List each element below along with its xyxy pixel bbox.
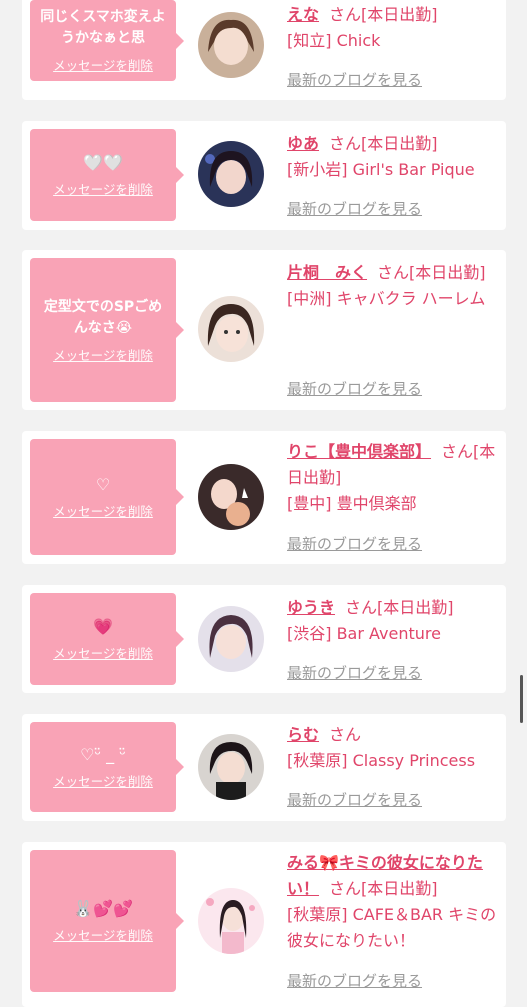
- latest-blog-link[interactable]: 最新のブログを見る: [287, 970, 422, 991]
- attendance-status: [本日出勤]: [409, 263, 486, 282]
- message-bubble: 🤍🤍 メッセージを削除: [30, 129, 184, 221]
- shop-name: [豊中] 豊中倶楽部: [287, 494, 417, 513]
- latest-blog-link[interactable]: 最新のブログを見る: [287, 378, 422, 399]
- girl-avatar-icon: [198, 12, 264, 78]
- delete-message-link[interactable]: メッセージを削除: [53, 55, 153, 74]
- latest-blog-link[interactable]: 最新のブログを見る: [287, 533, 422, 554]
- girl-avatar-icon: [198, 734, 264, 800]
- avatar[interactable]: [198, 888, 264, 954]
- message-text: ♡: [95, 475, 111, 494]
- shop-name: [秋葉原] CAFE＆BAR キミの彼女になりたい！: [287, 905, 497, 950]
- shop-name: [知立] Chick: [287, 31, 381, 50]
- latest-blog-link[interactable]: 最新のブログを見る: [287, 198, 422, 219]
- avatar[interactable]: [198, 606, 264, 672]
- profile-info: らむ さん [秋葉原] Classy Princess: [287, 722, 499, 774]
- message-text: 定型文でのSPごめんなさ😭: [43, 298, 163, 336]
- attendance-status: [本日出勤]: [361, 879, 438, 898]
- girl-avatar-icon: [198, 464, 264, 530]
- honorific: さん: [329, 879, 362, 898]
- delete-message-link[interactable]: メッセージを削除: [53, 179, 153, 198]
- message-text: 🐰💕💕: [73, 899, 133, 918]
- shop-name: [秋葉原] Classy Princess: [287, 751, 476, 770]
- message-bubble: 同じくスマホ変えようかなぁと思 メッセージを削除: [30, 0, 184, 81]
- profile-info: ゆうき さん[本日出勤] [渋谷] Bar Aventure: [287, 595, 499, 647]
- message-bubble: 🐰💕💕 メッセージを削除: [30, 850, 184, 992]
- honorific: さん: [345, 598, 378, 617]
- girl-avatar-icon: [198, 606, 264, 672]
- shop-name: [新小岩] Girl's Bar Pique: [287, 160, 475, 179]
- latest-blog-link[interactable]: 最新のブログを見る: [287, 789, 422, 810]
- honorific: さん: [377, 263, 410, 282]
- message-text: 💗: [93, 617, 113, 636]
- profile-info: ゆあ さん[本日出勤] [新小岩] Girl's Bar Pique: [287, 131, 499, 183]
- attendance-status: [本日出勤]: [361, 134, 438, 153]
- honorific: さん: [329, 725, 362, 744]
- profile-info: 片桐 みく さん[本日出勤] [中洲] キャバクラ ハーレム: [287, 260, 499, 312]
- message-bubble: ♡ メッセージを削除: [30, 439, 184, 555]
- message-text: 同じくスマホ変えようかなぁと思: [40, 9, 166, 46]
- message-card: 🤍🤍 メッセージを削除 ゆあ さん[本日出勤] [新小岩] Girl's Bar …: [22, 121, 506, 230]
- delete-message-link[interactable]: メッセージを削除: [53, 345, 153, 364]
- girl-name-link[interactable]: 片桐 みく: [287, 263, 367, 282]
- honorific: さん: [329, 5, 362, 24]
- latest-blog-link[interactable]: 最新のブログを見る: [287, 662, 422, 683]
- girl-name-link[interactable]: ゆあ: [287, 134, 319, 153]
- attendance-status: [本日出勤]: [361, 5, 438, 24]
- girl-name-link[interactable]: りこ【豊中倶楽部】: [287, 442, 431, 461]
- message-card: 同じくスマホ変えようかなぁと思 メッセージを削除 えな さん[本日出勤] [知立]…: [22, 0, 506, 100]
- honorific: さん: [441, 442, 474, 461]
- profile-info: みる🎀キミの彼女になりたい！ さん[本日出勤] [秋葉原] CAFE＆BAR キミ…: [287, 850, 499, 954]
- message-card: ♡ メッセージを削除 りこ【豊中倶楽部】 さん[本日出勤] [豊中] 豊中倶楽部 …: [22, 431, 506, 564]
- scrollbar[interactable]: [520, 675, 523, 723]
- message-bubble: 💗 メッセージを削除: [30, 593, 184, 685]
- delete-message-link[interactable]: メッセージを削除: [53, 501, 153, 520]
- profile-info: えな さん[本日出勤] [知立] Chick: [287, 2, 499, 54]
- avatar[interactable]: [198, 464, 264, 530]
- attendance-status: [本日出勤]: [377, 598, 454, 617]
- message-card: 🐰💕💕 メッセージを削除 みる🎀キミの彼女になりたい！ さん[本日出勤] [秋葉原…: [22, 842, 506, 1007]
- shop-name: [中洲] キャバクラ ハーレム: [287, 289, 486, 308]
- honorific: さん: [329, 134, 362, 153]
- girl-name-link[interactable]: えな: [287, 5, 319, 24]
- message-card: 定型文でのSPごめんなさ😭 メッセージを削除 片桐 みく さん[本日出勤] [中洲…: [22, 250, 506, 410]
- message-bubble: 定型文でのSPごめんなさ😭 メッセージを削除: [30, 258, 184, 402]
- girl-avatar-icon: [198, 141, 264, 207]
- message-text: ♡ᵕ̈ _ ᵕ̈: [80, 745, 126, 764]
- girl-avatar-icon: [198, 296, 264, 362]
- message-text: 🤍🤍: [83, 153, 123, 172]
- avatar[interactable]: [198, 734, 264, 800]
- message-bubble: ♡ᵕ̈ _ ᵕ̈ メッセージを削除: [30, 722, 184, 812]
- girl-avatar-icon: [198, 888, 264, 954]
- delete-message-link[interactable]: メッセージを削除: [53, 771, 153, 790]
- avatar[interactable]: [198, 141, 264, 207]
- message-card: 💗 メッセージを削除 ゆうき さん[本日出勤] [渋谷] Bar Aventure…: [22, 585, 506, 693]
- avatar[interactable]: [198, 296, 264, 362]
- latest-blog-link[interactable]: 最新のブログを見る: [287, 69, 422, 90]
- message-card: ♡ᵕ̈ _ ᵕ̈ メッセージを削除 らむ さん [秋葉原] Classy Prin…: [22, 714, 506, 821]
- delete-message-link[interactable]: メッセージを削除: [53, 925, 153, 944]
- girl-name-link[interactable]: ゆうき: [287, 598, 335, 617]
- girl-name-link[interactable]: らむ: [287, 725, 319, 744]
- avatar[interactable]: [198, 12, 264, 78]
- shop-name: [渋谷] Bar Aventure: [287, 624, 441, 643]
- profile-info: りこ【豊中倶楽部】 さん[本日出勤] [豊中] 豊中倶楽部: [287, 439, 499, 517]
- delete-message-link[interactable]: メッセージを削除: [53, 643, 153, 662]
